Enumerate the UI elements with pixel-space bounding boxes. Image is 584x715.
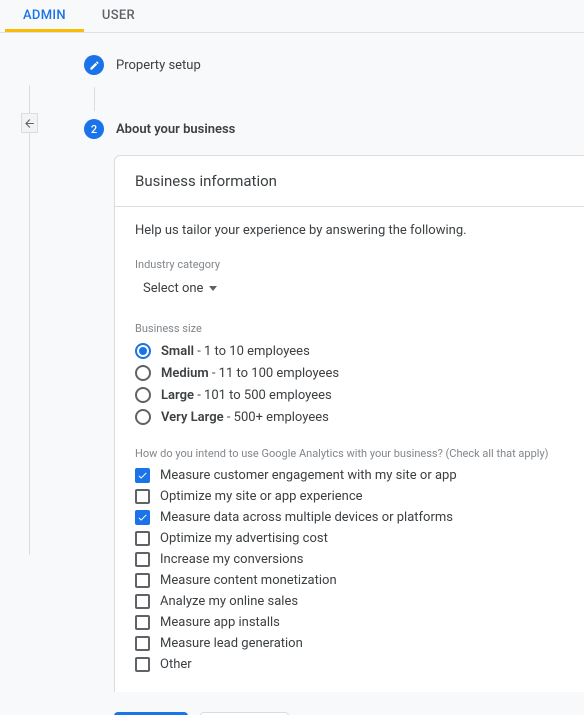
checkbox-icon: [135, 489, 150, 504]
size-option[interactable]: Small - 1 to 10 employees: [135, 343, 564, 359]
intent-option[interactable]: Other: [135, 657, 564, 672]
intent-option[interactable]: Measure lead generation: [135, 636, 564, 651]
intent-option[interactable]: Measure app installs: [135, 615, 564, 630]
radio-icon: [135, 409, 151, 425]
step-1[interactable]: Property setup: [84, 55, 584, 75]
industry-value: Select one: [143, 281, 203, 296]
arrow-left-icon: [23, 117, 36, 130]
step-1-circle: [84, 55, 104, 75]
checkbox-icon: [135, 594, 150, 609]
intent-option[interactable]: Optimize my advertising cost: [135, 531, 564, 546]
business-info-card: Business information Help us tailor your…: [114, 155, 584, 692]
industry-label: Industry category: [135, 258, 564, 271]
checkbox-icon: [135, 531, 150, 546]
radio-icon: [135, 365, 151, 381]
checkbox-icon: [135, 636, 150, 651]
card-title: Business information: [115, 156, 584, 207]
intent-option[interactable]: Measure data across multiple devices or …: [135, 510, 564, 525]
intent-option[interactable]: Analyze my online sales: [135, 594, 564, 609]
vertical-rule: [29, 85, 30, 555]
industry-select[interactable]: Select one: [135, 277, 225, 300]
size-label: Business size: [135, 322, 564, 335]
step-connector: [94, 87, 95, 111]
intent-option[interactable]: Optimize my site or app experience: [135, 489, 564, 504]
pencil-icon: [89, 60, 100, 71]
size-option[interactable]: Medium - 11 to 100 employees: [135, 365, 564, 381]
checkbox-icon: [135, 615, 150, 630]
step-1-label: Property setup: [116, 58, 201, 73]
checkbox-icon: [135, 573, 150, 588]
back-button[interactable]: [21, 113, 38, 133]
help-text: Help us tailor your experience by answer…: [135, 223, 564, 238]
intent-option[interactable]: Measure customer engagement with my site…: [135, 468, 564, 483]
tab-bar: ADMIN USER: [0, 0, 584, 33]
step-2-label: About your business: [116, 122, 235, 137]
intent-option[interactable]: Measure content monetization: [135, 573, 564, 588]
size-option[interactable]: Very Large - 500+ employees: [135, 409, 564, 425]
checkbox-icon: [135, 657, 150, 672]
tab-user[interactable]: USER: [84, 0, 153, 32]
size-option[interactable]: Large - 101 to 500 employees: [135, 387, 564, 403]
size-radio-group: Small - 1 to 10 employees Medium - 11 to …: [135, 343, 564, 425]
intent-checkbox-group: Measure customer engagement with my site…: [135, 468, 564, 672]
step-2-circle: 2: [84, 119, 104, 139]
intent-option[interactable]: Increase my conversions: [135, 552, 564, 567]
radio-icon: [135, 387, 151, 403]
checkbox-icon: [135, 510, 150, 525]
checkbox-icon: [135, 468, 150, 483]
tab-admin[interactable]: ADMIN: [5, 0, 84, 32]
step-2: 2 About your business: [84, 119, 584, 139]
chevron-down-icon: [209, 286, 217, 291]
intent-label: How do you intend to use Google Analytic…: [135, 447, 564, 460]
radio-icon: [135, 343, 151, 359]
checkbox-icon: [135, 552, 150, 567]
